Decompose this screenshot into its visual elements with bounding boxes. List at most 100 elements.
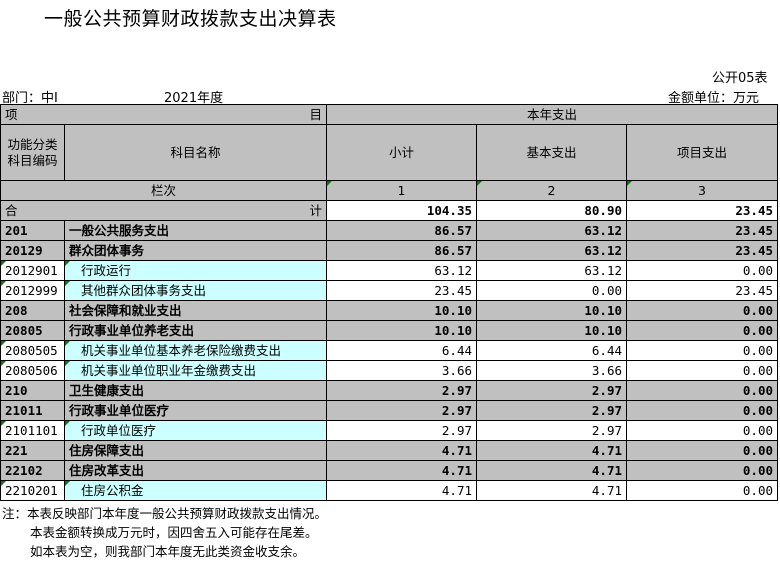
- table-row: 22102 住房改革支出 4.71 4.71 0.00: [0, 460, 779, 481]
- row-name: 其他群众团体事务支出: [63, 280, 328, 301]
- row-subtotal: 4.71: [326, 440, 478, 461]
- row-project: 23.45: [626, 240, 779, 261]
- basic-column-header: 基本支出: [476, 124, 628, 181]
- table-row: 2101101 行政单位医疗 2.97 2.97 0.00: [0, 420, 779, 441]
- row-project: 0.00: [626, 400, 779, 421]
- row-name: 行政事业单位养老支出: [63, 320, 328, 341]
- row-project: 0.00: [626, 460, 779, 481]
- row-basic: 63.12: [476, 240, 628, 261]
- table-row: 210 卫生健康支出 2.97 2.97 0.00: [0, 380, 779, 401]
- row-code: 201: [0, 220, 65, 241]
- row-basic: 0.00: [476, 280, 628, 301]
- note-line-3: 如本表为空，则我部门本年度无此类资金收支余。: [30, 544, 306, 559]
- row-subtotal: 10.10: [326, 320, 478, 341]
- code-header-line1: 功能分类: [7, 136, 58, 152]
- row-code: 2080505: [0, 340, 65, 361]
- row-code: 2101101: [0, 420, 65, 441]
- table-row: 20129 群众团体事务 86.57 63.12 23.45: [0, 240, 779, 261]
- row-code: 2012999: [0, 280, 65, 301]
- row-subtotal: 4.71: [326, 460, 478, 481]
- table-id: 公开05表: [712, 71, 768, 86]
- row-project: 0.00: [626, 340, 779, 361]
- row-project: 23.45: [626, 280, 779, 301]
- row-code: 208: [0, 300, 65, 321]
- row-name: 行政运行: [63, 260, 328, 281]
- row-project: 0.00: [626, 300, 779, 321]
- table-row: 201 一般公共服务支出 86.57 63.12 23.45: [0, 220, 779, 241]
- table-row: 2012999 其他群众团体事务支出 23.45 0.00 23.45: [0, 280, 779, 301]
- total-label-right: 计: [309, 203, 323, 218]
- this-year-header: 本年支出: [326, 104, 779, 125]
- header-row-item: 项 目 本年支出: [0, 104, 779, 125]
- total-label-left: 合: [5, 203, 18, 218]
- table-row: 208 社会保障和就业支出 10.10 10.10 0.00: [0, 300, 779, 321]
- row-basic: 4.71: [476, 480, 628, 501]
- row-name: 住房保障支出: [63, 440, 328, 461]
- code-column-header: 功能分类 科目编码: [0, 124, 65, 181]
- row-subtotal: 2.97: [326, 380, 478, 401]
- seq-1: 1: [326, 180, 478, 201]
- row-code: 21011: [0, 400, 65, 421]
- row-project: 0.00: [626, 320, 779, 341]
- total-subtotal: 104.35: [326, 200, 478, 221]
- row-subtotal: 63.12: [326, 260, 478, 281]
- row-project: 0.00: [626, 440, 779, 461]
- row-name: 机关事业单位职业年金缴费支出: [63, 360, 328, 381]
- item-header-right: 目: [309, 107, 323, 122]
- row-project: 0.00: [626, 380, 779, 401]
- header-row-columns: 功能分类 科目编码 科目名称 小计 基本支出 项目支出: [0, 124, 779, 181]
- row-basic: 6.44: [476, 340, 628, 361]
- item-header: 项 目: [0, 104, 328, 125]
- name-column-header: 科目名称: [63, 124, 328, 181]
- row-name: 住房改革支出: [63, 460, 328, 481]
- table-row: 2080505 机关事业单位基本养老保险缴费支出 6.44 6.44 0.00: [0, 340, 779, 361]
- row-basic: 2.97: [476, 420, 628, 441]
- row-code: 221: [0, 440, 65, 461]
- row-subtotal: 86.57: [326, 240, 478, 261]
- total-row: 合 计 104.35 80.90 23.45: [0, 200, 779, 221]
- notes: 注：本表反映部门本年度一般公共预算财政拨款支出情况。 本表金额转换成万元时，因四…: [2, 504, 327, 561]
- row-basic: 4.71: [476, 440, 628, 461]
- row-name: 社会保障和就业支出: [63, 300, 328, 321]
- table-body: 项 目 本年支出 功能分类 科目编码 科目名称 小计 基本支出 项目支出 栏次 …: [0, 104, 779, 501]
- row-subtotal: 86.57: [326, 220, 478, 241]
- row-basic: 10.10: [476, 320, 628, 341]
- row-basic: 63.12: [476, 260, 628, 281]
- row-name: 群众团体事务: [63, 240, 328, 261]
- expenditure-table: 项 目 本年支出 功能分类 科目编码 科目名称 小计 基本支出 项目支出 栏次 …: [0, 104, 779, 501]
- row-basic: 2.97: [476, 380, 628, 401]
- row-basic: 4.71: [476, 460, 628, 481]
- row-subtotal: 23.45: [326, 280, 478, 301]
- row-name: 卫生健康支出: [63, 380, 328, 401]
- row-basic: 2.97: [476, 400, 628, 421]
- item-header-left: 项: [5, 107, 18, 122]
- table-row: 2012901 行政运行 63.12 63.12 0.00: [0, 260, 779, 281]
- row-project: 0.00: [626, 480, 779, 501]
- row-basic: 10.10: [476, 300, 628, 321]
- row-subtotal: 3.66: [326, 360, 478, 381]
- note-line-2: 本表金额转换成万元时，因四舍五入可能存在尾差。: [30, 525, 318, 540]
- subtotal-column-header: 小计: [326, 124, 478, 181]
- total-label: 合 计: [0, 200, 328, 221]
- seq-2: 2: [476, 180, 628, 201]
- project-column-header: 项目支出: [626, 124, 779, 181]
- row-code: 2080506: [0, 360, 65, 381]
- row-code: 2210201: [0, 480, 65, 501]
- row-project: 0.00: [626, 260, 779, 281]
- total-basic: 80.90: [476, 200, 628, 221]
- row-code: 2012901: [0, 260, 65, 281]
- row-code: 20129: [0, 240, 65, 261]
- table-row: 2210201 住房公积金 4.71 4.71 0.00: [0, 480, 779, 501]
- row-name: 行政单位医疗: [63, 420, 328, 441]
- row-subtotal: 4.71: [326, 480, 478, 501]
- note-line-1: 注：本表反映部门本年度一般公共预算财政拨款支出情况。: [2, 506, 328, 521]
- table-row: 20805 行政事业单位养老支出 10.10 10.10 0.00: [0, 320, 779, 341]
- row-project: 23.45: [626, 220, 779, 241]
- row-code: 22102: [0, 460, 65, 481]
- header-row-seq: 栏次 1 2 3: [0, 180, 779, 201]
- code-header-line2: 科目编码: [7, 152, 58, 168]
- row-project: 0.00: [626, 360, 779, 381]
- row-name: 一般公共服务支出: [63, 220, 328, 241]
- row-name: 住房公积金: [63, 480, 328, 501]
- row-name: 机关事业单位基本养老保险缴费支出: [63, 340, 328, 361]
